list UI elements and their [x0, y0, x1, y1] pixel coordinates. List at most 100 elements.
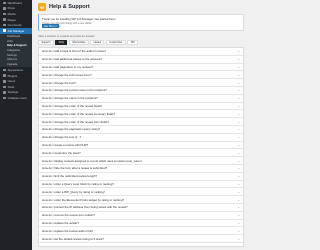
faq-item[interactable]: How do I replace the avatar? ⌄ [39, 220, 243, 228]
faq-question: How do I add pagination to my reviews? [42, 65, 94, 70]
tab-api[interactable]: API [127, 39, 139, 46]
faq-item[interactable]: How do I change the pagination query str… [39, 126, 243, 134]
chevron-down-icon: ⌄ [237, 104, 240, 109]
faq-item[interactable]: How do I change the text of...? ⌄ [39, 134, 243, 142]
faq-question: How do I prevent the IP address from bei… [42, 205, 128, 210]
tab-customizer[interactable]: Customizer [105, 39, 126, 46]
faq-item[interactable]: How do I change the name in the recipien… [39, 95, 243, 103]
chevron-down-icon: ⌄ [237, 57, 240, 62]
notice-text: Create your first job listing with a few… [42, 22, 93, 25]
chevron-down-icon: ⌄ [237, 158, 240, 163]
chevron-down-icon: ⌄ [237, 197, 240, 202]
faq-question: How do I change the order of the review … [42, 119, 110, 124]
notice-dismiss-link[interactable]: Dismiss [52, 25, 61, 28]
faq-item[interactable]: How do I limit the submitted review leng… [39, 173, 243, 181]
faq-item[interactable]: How do I change the order of the review … [39, 110, 243, 119]
faq-item[interactable]: How do I order a WP_Query by rating or r… [39, 188, 243, 197]
chevron-down-icon: ⌄ [237, 150, 240, 155]
chevron-down-icon: ⌄ [237, 174, 240, 179]
faq-question: How do I change the order of the review … [42, 104, 103, 109]
menu-icon [3, 85, 6, 89]
chevron-down-icon: ⌄ [237, 166, 240, 171]
faq-question: How do I order a WP_Query by rating or r… [42, 189, 106, 194]
sidebar-item-label: Users [7, 79, 16, 84]
menu-icon [3, 74, 6, 77]
chevron-down-icon: ⌄ [237, 189, 240, 194]
faq-question: How do I change the order of the review … [42, 111, 116, 116]
menu-icon [3, 91, 6, 94]
menu-icon [3, 12, 6, 16]
faq-item[interactable]: How do I create a review with PHP? ⌄ [39, 142, 243, 150]
plugin-logo: W [38, 3, 46, 11]
tab-bar: Support FAQ Shortcodes Hooks Customizer API [38, 39, 244, 46]
page-title: Help & Support [49, 4, 90, 10]
faq-item[interactable]: How do I order a Query Loop block by rat… [39, 181, 243, 189]
chevron-down-icon: ⌄ [237, 221, 240, 226]
tab-support[interactable]: Support [38, 39, 54, 46]
faq-question: How do I order a Query Loop block by rat… [42, 182, 114, 187]
sidebar-item-label: Job Manager [7, 28, 25, 33]
faq-question: How do I display reviews assigned to a p… [42, 158, 143, 163]
faq-item[interactable]: How do I change the Add review form? ⌄ [39, 71, 243, 80]
faq-question: How do I replace the avatar? [42, 221, 79, 226]
menu-icon [3, 29, 6, 33]
faq-question: How do I limit the submitted review leng… [42, 174, 97, 179]
faq-question: How do I remove the review form button? [42, 213, 95, 218]
sidebar-item[interactable]: Collapse menu [0, 95, 32, 101]
sidebar-item-label: Dashboard [7, 0, 22, 5]
notice-title: Thank you for installing WP Job Manager.… [42, 17, 116, 21]
chevron-down-icon: ⌄ [237, 111, 240, 116]
faq-item[interactable]: How do I order the Elementor Posts widge… [39, 196, 243, 205]
chevron-down-icon: ⌄ [237, 213, 240, 218]
breadcrumb: Click a section to expand and view an an… [38, 34, 95, 38]
sidebar-subitem[interactable]: Upgrade [0, 62, 32, 67]
tab-faq[interactable]: FAQ [55, 39, 68, 46]
menu-icon [3, 68, 6, 72]
faq-question: How do I hide the form after a review is… [42, 166, 108, 171]
tab-hooks[interactable]: Hooks [90, 39, 105, 46]
faq-item[interactable]: How do I customize the stars? ⌄ [39, 149, 243, 158]
admin-notice: Thank you for installing WP Job Manager.… [38, 14, 244, 31]
sidebar-item-label: Appearance [7, 68, 24, 73]
chevron-down-icon: ⌄ [237, 65, 240, 70]
chevron-down-icon: ⌄ [237, 182, 240, 187]
faq-item[interactable]: How do I add pagination to my reviews? ⌄ [39, 64, 243, 72]
faq-item[interactable]: How do I change the order of the review … [39, 118, 243, 127]
menu-icon [3, 80, 6, 83]
sidebar-submenu: Dashboard Jobs Help & Support Categories Set… [0, 33, 32, 68]
chevron-down-icon: ⌄ [237, 143, 240, 148]
faq-item[interactable]: How do I hide the form after a review is… [39, 165, 243, 173]
sidebar-item-label: Collapse menu [7, 96, 27, 101]
faq-item[interactable]: How do I add additional values to the sc… [39, 56, 243, 64]
sidebar-item-label: Plugins [7, 73, 18, 78]
faq-item[interactable]: How do I add a back & front of the autho… [39, 48, 243, 56]
faq-question: How do I order the Elementor Posts widge… [42, 197, 125, 202]
faq-item[interactable]: How do I set the default review rating t… [39, 235, 243, 244]
tab-shortcodes[interactable]: Shortcodes [68, 39, 89, 46]
faq-item[interactable]: How do I remove the review form button? ⌄ [39, 212, 243, 220]
faq-question: How do I change the text of...? [42, 135, 82, 140]
main-content: W Help & Support Thank you for installin… [32, 0, 250, 250]
faq-item[interactable]: How do I replace the review author link?… [39, 227, 243, 236]
chevron-down-icon: ⌄ [237, 205, 240, 210]
faq-item[interactable]: How do I change the review name in the r… [39, 87, 243, 95]
faq-question: How do I change the pagination query str… [42, 127, 101, 132]
faq-item[interactable]: How do I prevent the IP address from bei… [39, 204, 243, 212]
chevron-down-icon: ⌄ [237, 236, 240, 241]
faq-question: How do I customize the stars? [42, 150, 81, 155]
chevron-down-icon: ⌄ [237, 119, 240, 124]
faq-question: How do I create a review with PHP? [42, 143, 89, 148]
sidebar-item-label: Comments [7, 23, 22, 28]
faq-item[interactable]: How do I display reviews assigned to a p… [39, 157, 243, 166]
faq-list: How do I add a back & front of the autho… [38, 47, 244, 248]
chevron-down-icon: ⌄ [237, 228, 240, 233]
faq-item[interactable]: How do I change the font? ⌄ [39, 79, 243, 88]
chevron-down-icon: ⌄ [237, 72, 240, 77]
menu-icon [3, 7, 6, 10]
faq-item[interactable]: How do I change the order of the review … [39, 103, 243, 111]
chevron-down-icon: ⌄ [237, 135, 240, 140]
chevron-down-icon: ⌄ [237, 49, 240, 54]
page-header: W Help & Support [32, 0, 250, 14]
sidebar-item-label: Settings [7, 90, 19, 95]
menu-icon [3, 18, 6, 21]
